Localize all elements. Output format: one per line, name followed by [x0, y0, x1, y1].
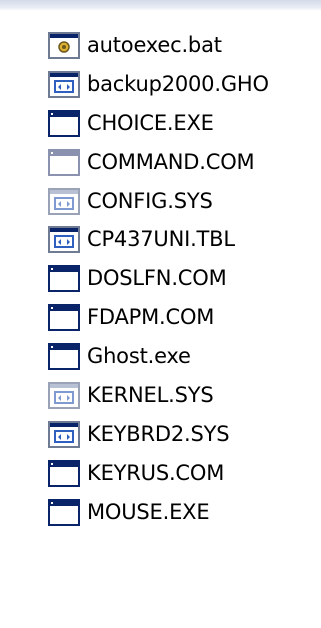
batch-file-icon [48, 31, 80, 59]
system-file-icon [48, 187, 80, 215]
file-item-autoexec-bat[interactable]: autoexec.bat [48, 26, 321, 65]
file-name: CONFIG.SYS [87, 188, 213, 213]
file-name: CHOICE.EXE [87, 110, 214, 135]
file-name: KEYBRD2.SYS [87, 421, 230, 446]
file-name: KEYRUS.COM [87, 460, 225, 485]
file-name: COMMAND.COM [87, 149, 255, 174]
file-item-fdapm-com[interactable]: FDAPM.COM [48, 298, 321, 337]
file-item-cp437uni-tbl[interactable]: CP437UNI.TBL [48, 220, 321, 259]
file-list: autoexec.bat backup2000.GHO CHOICE.EXE C… [48, 26, 321, 532]
file-item-mouse-exe[interactable]: MOUSE.EXE [48, 493, 321, 532]
file-item-ghost-exe[interactable]: Ghost.exe [48, 337, 321, 376]
file-name: backup2000.GHO [87, 71, 269, 96]
dos-program-icon [48, 459, 80, 487]
dos-program-icon [48, 304, 80, 332]
window-top-edge [0, 0, 321, 11]
file-item-backup2000-gho[interactable]: backup2000.GHO [48, 65, 321, 104]
file-item-doslfn-com[interactable]: DOSLFN.COM [48, 259, 321, 298]
file-name: KERNEL.SYS [87, 382, 214, 407]
file-name: DOSLFN.COM [87, 266, 227, 291]
dos-program-icon [48, 148, 80, 176]
file-item-config-sys[interactable]: CONFIG.SYS [48, 182, 321, 221]
file-name: FDAPM.COM [87, 305, 215, 330]
dos-program-icon [48, 109, 80, 137]
file-item-command-com[interactable]: COMMAND.COM [48, 143, 321, 182]
system-file-icon [48, 70, 80, 98]
system-file-icon [48, 381, 80, 409]
dos-program-icon [48, 343, 80, 371]
file-name: MOUSE.EXE [87, 499, 210, 524]
dos-program-icon [48, 265, 80, 293]
system-file-icon [48, 226, 80, 254]
file-name: autoexec.bat [87, 32, 222, 57]
file-name: Ghost.exe [87, 344, 191, 369]
file-name: CP437UNI.TBL [87, 227, 235, 252]
file-item-keybrd2-sys[interactable]: KEYBRD2.SYS [48, 415, 321, 454]
file-item-kernel-sys[interactable]: KERNEL.SYS [48, 376, 321, 415]
dos-program-icon [48, 498, 80, 526]
file-item-choice-exe[interactable]: CHOICE.EXE [48, 104, 321, 143]
system-file-icon [48, 420, 80, 448]
file-item-keyrus-com[interactable]: KEYRUS.COM [48, 454, 321, 493]
